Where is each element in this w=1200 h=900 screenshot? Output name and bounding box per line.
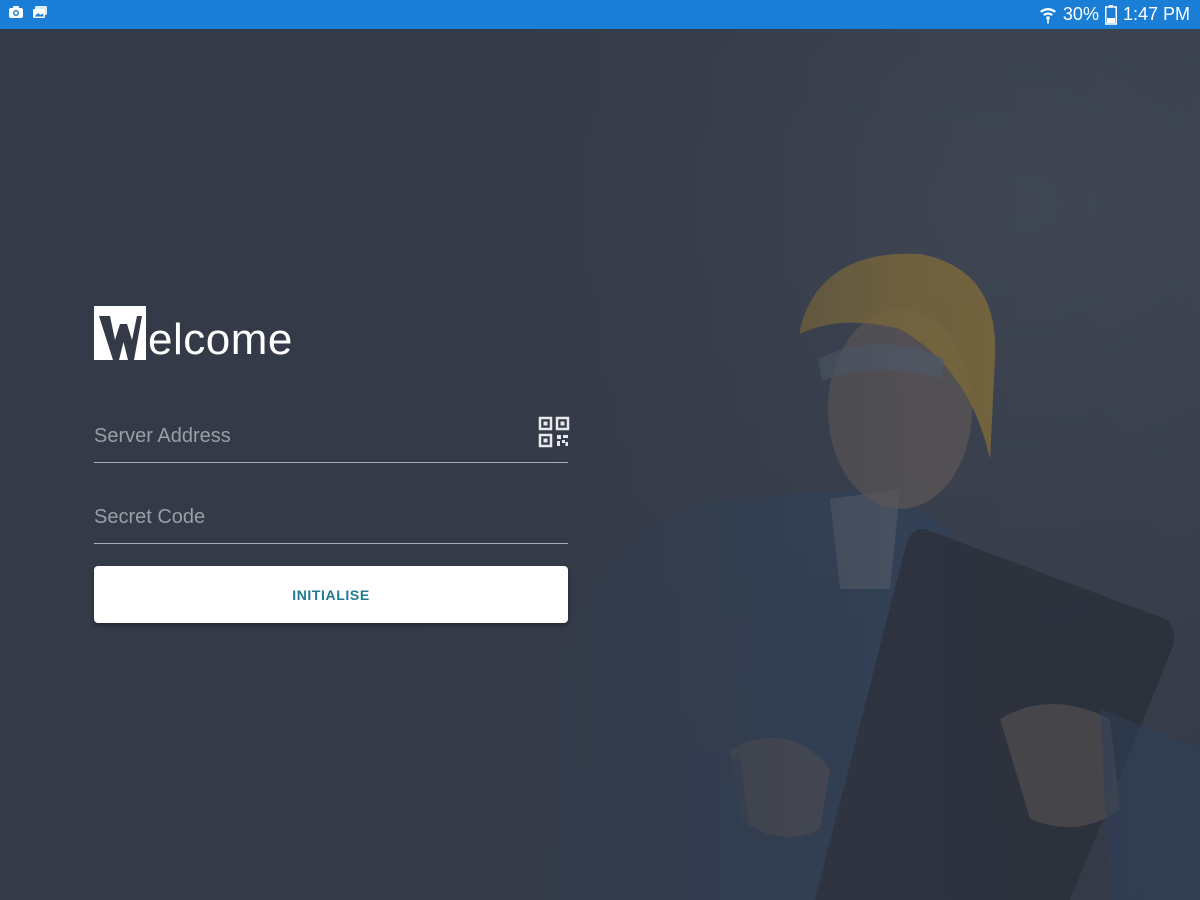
status-right: 30% 1:47 PM — [1039, 4, 1190, 25]
secret-code-input[interactable] — [94, 506, 524, 529]
initialise-button[interactable]: INITIALISE — [94, 566, 568, 623]
server-address-input[interactable] — [94, 425, 524, 448]
qr-code-icon[interactable] — [538, 416, 570, 448]
wifi-icon — [1039, 6, 1057, 24]
welcome-text: elcome — [148, 315, 293, 364]
battery-icon — [1104, 4, 1117, 25]
camera-icon — [8, 5, 24, 24]
status-left-icons — [8, 5, 48, 24]
secret-code-field — [94, 491, 568, 544]
screen: 30% 1:47 PM elcome Server Address INITIA… — [0, 0, 1200, 900]
gallery-icon — [32, 5, 48, 24]
w-logo-mark — [94, 306, 146, 360]
battery-percent: 30% — [1062, 4, 1099, 24]
server-address-field — [94, 410, 570, 463]
status-bar: 30% 1:47 PM — [0, 0, 1200, 29]
login-panel: elcome Server Address INITIALISE — [94, 300, 570, 623]
welcome-logo: elcome — [94, 300, 568, 364]
status-time: 1:47 PM — [1122, 4, 1190, 24]
